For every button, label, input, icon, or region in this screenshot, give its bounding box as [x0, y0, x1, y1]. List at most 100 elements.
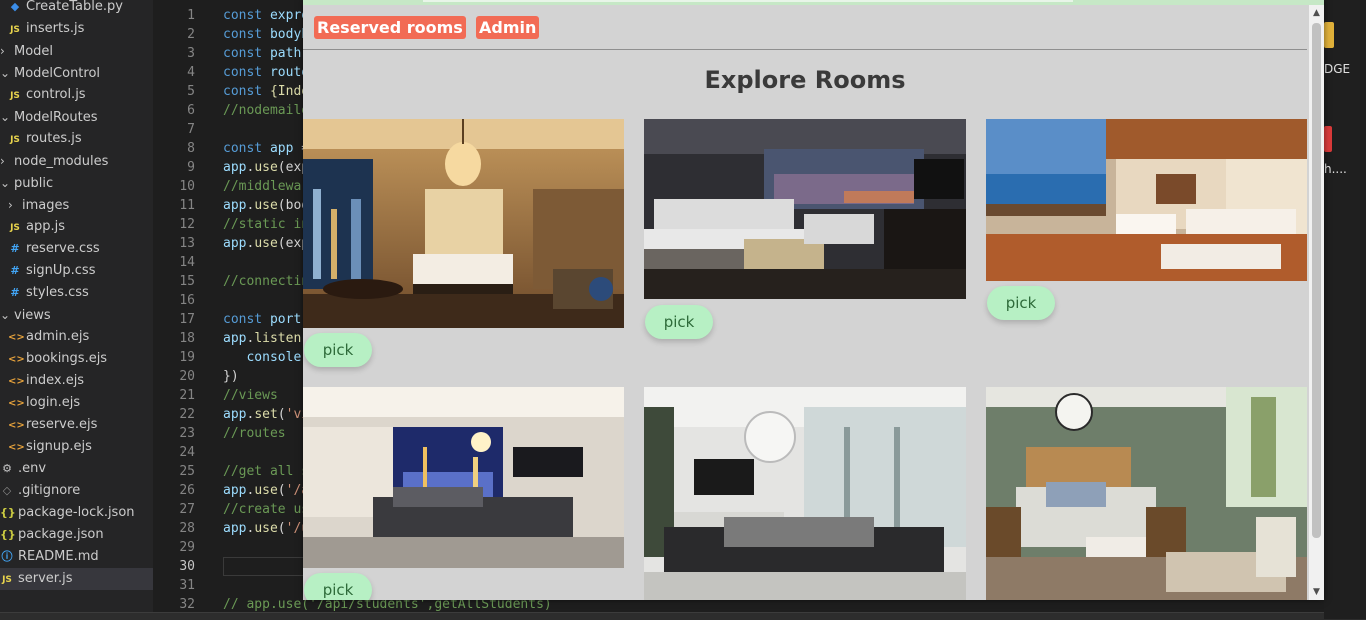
explorer-item-label: signup.ejs [26, 439, 92, 454]
explorer-item[interactable]: › Model [0, 40, 153, 62]
line-number: 10 [179, 179, 195, 194]
explorer-item[interactable]: # styles.css [0, 282, 153, 304]
explorer-item[interactable]: JS control.js [0, 84, 153, 106]
gear-icon: ⚙ [2, 462, 12, 475]
scroll-up-icon[interactable]: ▲ [1309, 5, 1324, 21]
explorer-item[interactable]: <>index.ejs [0, 370, 153, 392]
code-token: app [269, 141, 302, 156]
explorer-item[interactable]: {} package.json [0, 524, 153, 546]
code-token: app [223, 483, 247, 498]
pick-button[interactable]: pick [645, 305, 713, 339]
code-token: //nodemaile [223, 103, 310, 118]
explorer-item-label: app.js [26, 219, 65, 234]
room-image [303, 119, 624, 328]
explorer-item[interactable]: ⌄ ModelRoutes [0, 106, 153, 128]
explorer-item[interactable]: # reserve.css [0, 238, 153, 260]
info-icon: ⓘ [1, 550, 13, 563]
js-file-icon: JS [10, 223, 20, 233]
line-number: 9 [187, 160, 195, 175]
chevron-down-icon: ⌄ [0, 308, 11, 322]
explorer-item[interactable]: › images [0, 194, 153, 216]
ejs-file-icon: <> [8, 332, 25, 343]
explorer-item[interactable]: {} package-lock.json [0, 502, 153, 524]
explorer-item[interactable]: › node_modules [0, 150, 153, 172]
explorer-item[interactable]: <>reserve.ejs [0, 414, 153, 436]
explorer-item[interactable]: <>bookings.ejs [0, 348, 153, 370]
code-token: listen [254, 331, 302, 346]
code-line: //routes [223, 424, 286, 443]
explorer-item-label: images [22, 198, 70, 213]
python-icon: ◆ [10, 0, 20, 13]
explorer-item[interactable]: JS app.js [0, 216, 153, 238]
code-line: const {Inde [223, 82, 309, 101]
explorer-item-label: README.md [18, 549, 99, 564]
json-file-icon: {} [0, 506, 16, 519]
room-image [986, 387, 1307, 600]
explorer-item-label: admin.ejs [26, 329, 90, 344]
scrollbar-thumb[interactable] [1312, 23, 1321, 538]
explorer-item[interactable]: ⌄ ModelControl [0, 62, 153, 84]
explorer-item-label: .gitignore [18, 483, 81, 498]
code-token: const [223, 312, 270, 327]
explorer-item-label: .env [18, 461, 47, 476]
code-line: const path [223, 44, 309, 63]
admin-link[interactable]: Admin [476, 16, 540, 39]
code-token: //static in [223, 217, 310, 232]
explorer-item[interactable]: # signUp.css [0, 260, 153, 282]
js-file-icon: JS [2, 575, 12, 585]
code-token: ( [277, 407, 286, 422]
code-line: app.use('/u [223, 519, 309, 538]
code-token: app [223, 160, 247, 175]
explorer-item[interactable]: ⓘ README.md [0, 546, 153, 568]
room-image [303, 387, 624, 568]
explorer-item[interactable]: <>login.ejs [0, 392, 153, 414]
explorer-item[interactable]: ⚙ .env [0, 458, 153, 480]
code-token: const [223, 141, 270, 156]
code-line: app.use(exp [223, 158, 309, 177]
ejs-file-icon: <> [8, 376, 25, 387]
code-line: //nodemaile [223, 101, 309, 120]
explorer-item-label: control.js [26, 87, 86, 102]
explorer-item-label: ModelControl [14, 66, 101, 81]
room-photo-night-city [303, 387, 624, 568]
line-number: 26 [179, 483, 195, 498]
pick-button[interactable]: pick [304, 333, 372, 367]
code-token: port [269, 312, 302, 327]
room-photo-warm-hotel [303, 119, 624, 328]
pick-button[interactable]: pick [304, 573, 372, 600]
explorer-item[interactable]: ◆ CreateTable.py [0, 0, 153, 18]
line-number: 15 [179, 274, 195, 289]
explorer-item[interactable]: <>admin.ejs [0, 326, 153, 348]
pick-button[interactable]: pick [987, 286, 1055, 320]
explorer-item[interactable]: JS routes.js [0, 128, 153, 150]
explorer-item[interactable]: ◇ .gitignore [0, 480, 153, 502]
code-token: //views [223, 388, 278, 403]
line-number: 13 [179, 236, 195, 251]
line-number: 8 [187, 141, 195, 156]
explorer-item[interactable]: ⌄ views [0, 304, 153, 326]
ejs-file-icon: <> [8, 420, 25, 431]
reserved-rooms-link[interactable]: Reserved rooms [314, 16, 466, 39]
explorer-item-label: login.ejs [26, 395, 81, 410]
css-file-icon: # [10, 286, 20, 299]
line-number: 20 [179, 369, 195, 384]
line-number: 14 [179, 255, 195, 270]
vertical-scrollbar[interactable]: ▲ ▼ [1309, 5, 1324, 600]
code-token: //connectin [223, 274, 310, 289]
explorer-item[interactable]: JS inserts.js [0, 18, 153, 40]
explorer-item-label: ModelRoutes [14, 110, 98, 125]
js-file-icon: JS [10, 25, 20, 35]
explorer-item-label: server.js [18, 571, 73, 586]
code-line: //views [223, 386, 278, 405]
explorer-item[interactable]: <>signup.ejs [0, 436, 153, 458]
code-line: const route [223, 63, 309, 82]
explorer-item-label: bookings.ejs [26, 351, 108, 366]
code-token: app [223, 236, 247, 251]
code-line: //static in [223, 215, 309, 234]
scroll-down-icon[interactable]: ▼ [1309, 584, 1324, 600]
explorer-item[interactable]: JS server.js [0, 568, 153, 590]
code-line: app.listen( [223, 329, 309, 348]
explorer-item-label: reserve.css [26, 241, 100, 256]
line-number: 31 [179, 578, 195, 593]
explorer-item[interactable]: ⌄ public [0, 172, 153, 194]
